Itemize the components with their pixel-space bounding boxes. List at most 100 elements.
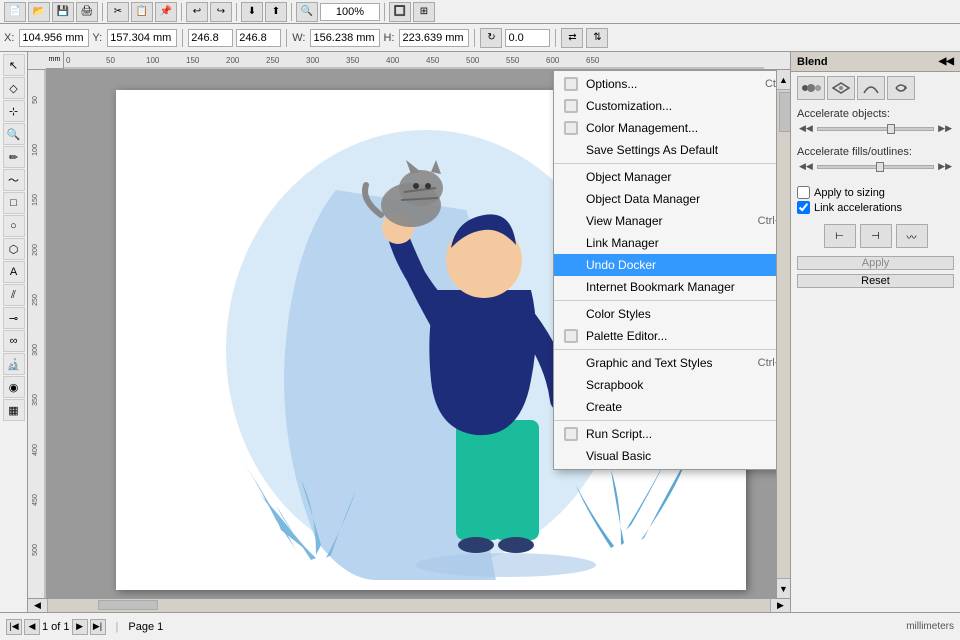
mirror-h-btn[interactable]: ⇄ <box>561 28 583 48</box>
open-btn[interactable]: 📂 <box>28 2 50 22</box>
menu-item-object-data[interactable]: Object Data Manager <box>554 188 776 210</box>
blend-panel-header: Blend ◀◀ <box>791 52 960 72</box>
canvas[interactable]: Options...Ctrl+JCustomization...Color Ma… <box>46 70 776 598</box>
crop-tool[interactable]: ⊹ <box>3 100 25 122</box>
sep1 <box>102 3 103 21</box>
snap-btn[interactable]: 🔲 <box>389 2 411 22</box>
fill-tool[interactable]: ◉ <box>3 376 25 398</box>
blend-end-btn[interactable]: ⊣ <box>860 224 892 248</box>
fills-slider-left[interactable]: ◀◀ <box>797 161 815 172</box>
page-navigation: |◀ ◀ 1 of 1 ▶ ▶| <box>6 619 106 635</box>
blend-tool[interactable]: ∞ <box>3 330 25 352</box>
link-accel-checkbox[interactable] <box>797 201 810 214</box>
zoom-tool[interactable]: 🔍 <box>3 123 25 145</box>
menu-label-link-manager: Link Manager <box>586 236 659 250</box>
menu-item-undo-docker[interactable]: Undo Docker <box>554 254 776 276</box>
parallel-tool[interactable]: ⫽ <box>3 284 25 306</box>
blend-direction-icon[interactable] <box>857 76 885 100</box>
print-btn[interactable]: 🖨 <box>76 2 98 22</box>
horizontal-scrollbar-row: ◀ ▶ <box>28 598 790 612</box>
blend-expand-icon[interactable]: ◀◀ <box>939 56 954 67</box>
menu-label-save-settings: Save Settings As Default <box>586 143 718 157</box>
vertical-scrollbar[interactable]: ▲ ▼ <box>776 70 790 598</box>
menu-item-link-manager[interactable]: Link Manager <box>554 232 776 254</box>
polygon-tool[interactable]: ⬡ <box>3 238 25 260</box>
menu-item-save-settings[interactable]: Save Settings As Default <box>554 139 776 161</box>
zoom-in-btn[interactable]: 🔍 <box>296 2 318 22</box>
menu-label-create: Create <box>586 400 622 414</box>
blend-rotate-icon[interactable] <box>887 76 915 100</box>
menu-item-object-manager[interactable]: Object Manager <box>554 166 776 188</box>
width-input[interactable] <box>310 29 380 47</box>
slider-right-arrow[interactable]: ▶▶ <box>936 123 954 134</box>
menu-item-run-script[interactable]: Run Script... <box>554 423 776 445</box>
next-page-btn[interactable]: ▶ <box>72 619 88 635</box>
menu-label-palette-editor: Palette Editor... <box>586 329 667 343</box>
import-btn[interactable]: ⬇ <box>241 2 263 22</box>
menu-shortcut-options: Ctrl+J <box>749 78 776 90</box>
accel-objects-slider[interactable] <box>817 127 934 131</box>
menu-item-palette-editor[interactable]: Palette Editor... <box>554 325 776 347</box>
new-btn[interactable]: 📄 <box>4 2 26 22</box>
menu-item-customization[interactable]: Customization... <box>554 95 776 117</box>
export-btn[interactable]: ⬆ <box>265 2 287 22</box>
apply-sizing-row: Apply to sizing <box>797 186 954 199</box>
menu-item-options[interactable]: Options...Ctrl+J <box>554 73 776 95</box>
undo-btn[interactable]: ↩ <box>186 2 208 22</box>
w-input[interactable] <box>188 29 233 47</box>
last-page-btn[interactable]: ▶| <box>90 619 106 635</box>
menu-sep-sep3 <box>554 349 776 350</box>
text-tool[interactable]: A <box>3 261 25 283</box>
blend-start-btn[interactable]: ⊢ <box>824 224 856 248</box>
accel-fills-slider[interactable] <box>817 165 934 169</box>
grid-btn[interactable]: ⊞ <box>413 2 435 22</box>
blend-path-btn[interactable]: 〰 <box>896 224 928 248</box>
copy-btn[interactable]: 📋 <box>131 2 153 22</box>
apply-sizing-checkbox[interactable] <box>797 186 810 199</box>
y-input[interactable]: 157.304 mm <box>107 29 177 47</box>
fills-slider-right[interactable]: ▶▶ <box>936 161 954 172</box>
mirror-v-btn[interactable]: ⇅ <box>586 28 608 48</box>
menu-item-internet-bookmark[interactable]: Internet Bookmark Manager <box>554 276 776 298</box>
smart-draw-tool[interactable]: 〜 <box>3 169 25 191</box>
menu-item-create[interactable]: Create▶ <box>554 396 776 418</box>
height-input[interactable] <box>399 29 469 47</box>
slider-left-arrow[interactable]: ◀◀ <box>797 123 815 134</box>
accel-objects-label: Accelerate objects: <box>797 108 954 120</box>
eyedropper-tool[interactable]: 🔬 <box>3 353 25 375</box>
connector-tool[interactable]: ⊸ <box>3 307 25 329</box>
menu-sep-sep4 <box>554 420 776 421</box>
menu-item-color-styles[interactable]: Color Styles <box>554 303 776 325</box>
rotation-input[interactable] <box>505 29 550 47</box>
menu-sep-sep1 <box>554 163 776 164</box>
menu-item-color-management[interactable]: Color Management... <box>554 117 776 139</box>
menu-item-graphic-text-styles[interactable]: Graphic and Text StylesCtrl+F5 <box>554 352 776 374</box>
rotation-btn[interactable]: ↻ <box>480 28 502 48</box>
menu-item-view-manager[interactable]: View ManagerCtrl+F2 <box>554 210 776 232</box>
blend-color-icon[interactable] <box>827 76 855 100</box>
first-page-btn[interactable]: |◀ <box>6 619 22 635</box>
freehand-tool[interactable]: ✏ <box>3 146 25 168</box>
x-input[interactable]: 104.956 mm <box>19 29 89 47</box>
h-input[interactable] <box>236 29 281 47</box>
ellipse-tool[interactable]: ○ <box>3 215 25 237</box>
cut-btn[interactable]: ✂ <box>107 2 129 22</box>
shape-tool[interactable]: ◇ <box>3 77 25 99</box>
redo-btn[interactable]: ↪ <box>210 2 232 22</box>
paste-btn[interactable]: 📌 <box>155 2 177 22</box>
menu-label-color-styles: Color Styles <box>586 307 651 321</box>
zoom-input[interactable]: 100% <box>320 3 380 21</box>
rectangle-tool[interactable]: □ <box>3 192 25 214</box>
blend-steps-icon[interactable] <box>797 76 825 100</box>
menu-item-visual-basic[interactable]: Visual Basic▶ <box>554 445 776 467</box>
apply-button[interactable]: Apply <box>797 256 954 270</box>
prev-page-btn[interactable]: ◀ <box>24 619 40 635</box>
menu-shortcut-view-manager: Ctrl+F2 <box>742 215 776 227</box>
reset-button[interactable]: Reset <box>797 274 954 288</box>
save-btn[interactable]: 💾 <box>52 2 74 22</box>
select-tool[interactable]: ↖ <box>3 54 25 76</box>
menu-item-scrapbook[interactable]: Scrapbook▶ <box>554 374 776 396</box>
horizontal-ruler: mm 0 50 100 150 200 250 300 350 400 450 … <box>28 52 790 70</box>
interactive-fill[interactable]: ▦ <box>3 399 25 421</box>
status-separator: | <box>116 621 119 633</box>
